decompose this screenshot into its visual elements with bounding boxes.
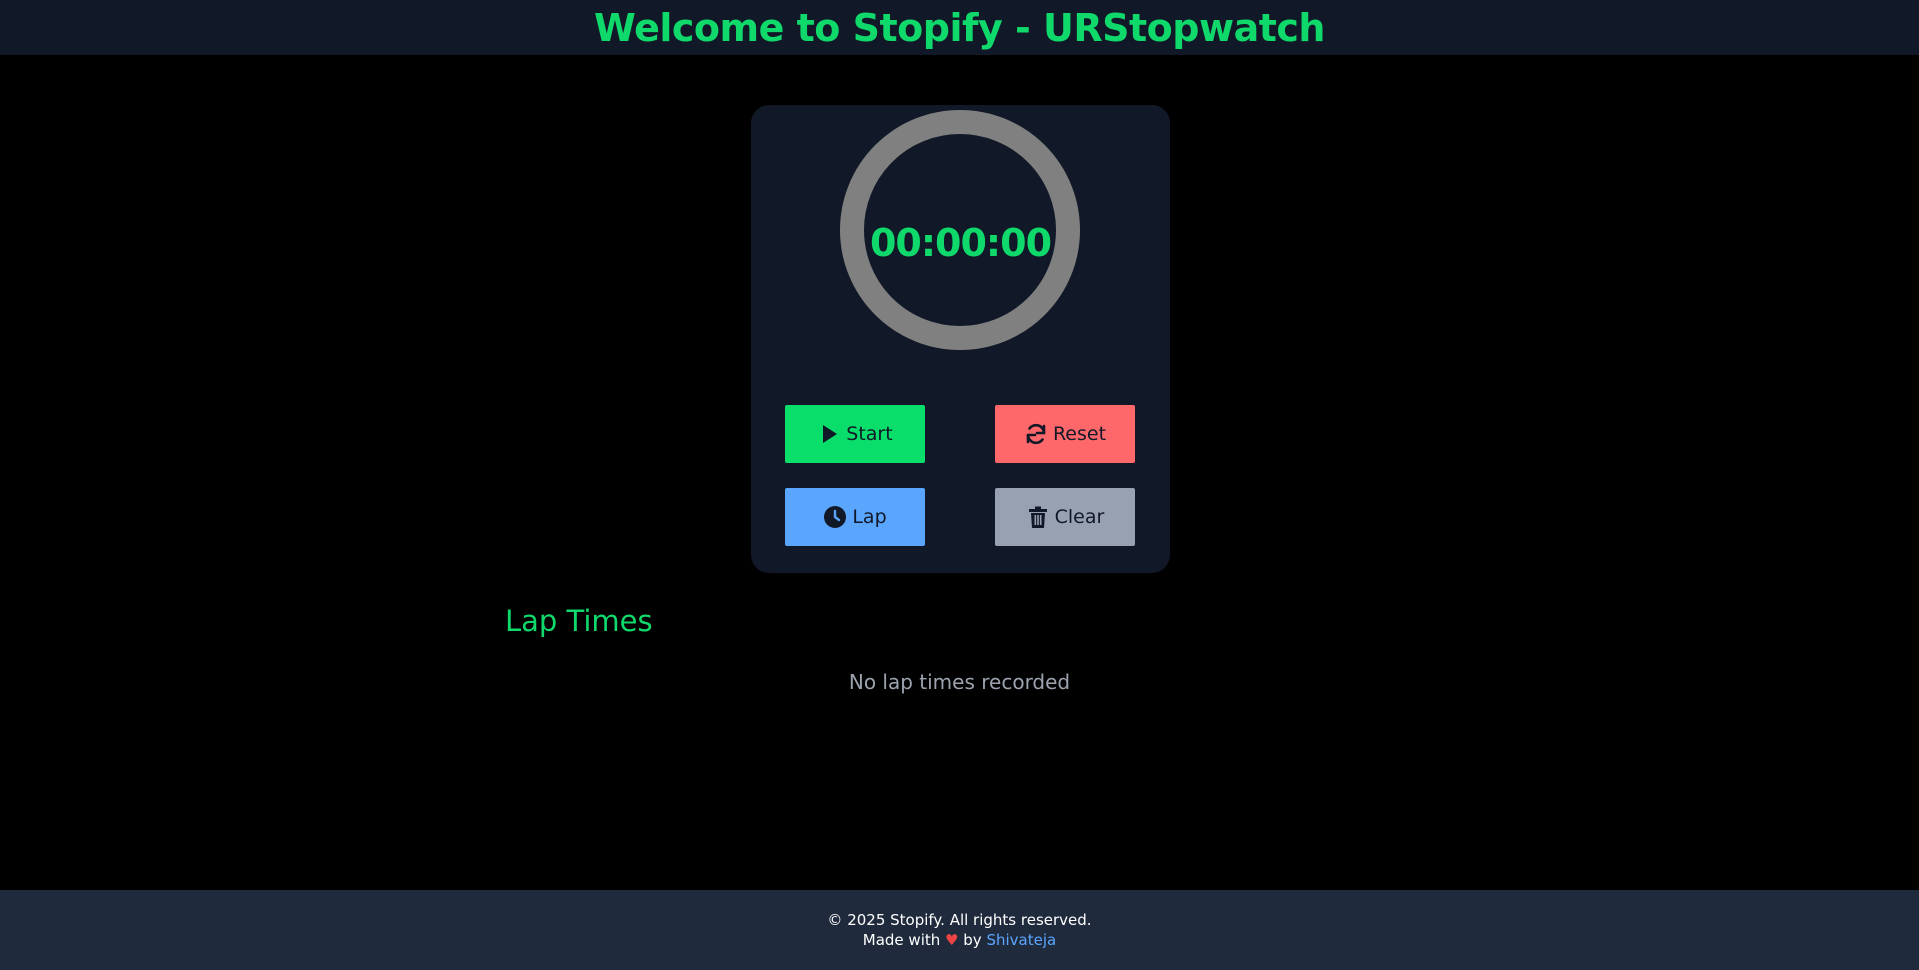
refresh-icon xyxy=(1026,423,1046,445)
stopwatch-card: 00:00:00 Start Reset Lap Clear xyxy=(751,105,1170,573)
footer: © 2025 Stopify. All rights reserved. Mad… xyxy=(0,890,1919,970)
page-title: Welcome to Stopify - URStopwatch xyxy=(594,5,1325,50)
trash-icon xyxy=(1028,506,1047,528)
clear-button[interactable]: Clear xyxy=(995,488,1135,546)
clock-icon xyxy=(824,506,847,528)
timer-display: 00:00:00 xyxy=(869,221,1052,265)
footer-copyright: © 2025 Stopify. All rights reserved. xyxy=(827,911,1092,929)
heart-icon: ♥ xyxy=(945,931,959,949)
footer-by: by xyxy=(963,931,982,949)
lap-times-empty-message: No lap times recorded xyxy=(848,670,1071,694)
start-button[interactable]: Start xyxy=(785,405,925,463)
clear-button-label: Clear xyxy=(1054,506,1105,528)
play-icon xyxy=(823,425,838,443)
author-link[interactable]: Shivateja xyxy=(986,931,1056,949)
reset-button[interactable]: Reset xyxy=(995,405,1135,463)
app-header: Welcome to Stopify - URStopwatch xyxy=(0,0,1919,55)
lap-button[interactable]: Lap xyxy=(785,488,925,546)
footer-credit: Made with ♥ by Shivateja xyxy=(0,931,1919,949)
lap-button-label: Lap xyxy=(852,506,887,528)
lap-times-heading: Lap Times xyxy=(505,604,653,638)
reset-button-label: Reset xyxy=(1052,423,1107,445)
start-button-label: Start xyxy=(846,423,893,445)
footer-made-with: Made with xyxy=(862,931,941,949)
